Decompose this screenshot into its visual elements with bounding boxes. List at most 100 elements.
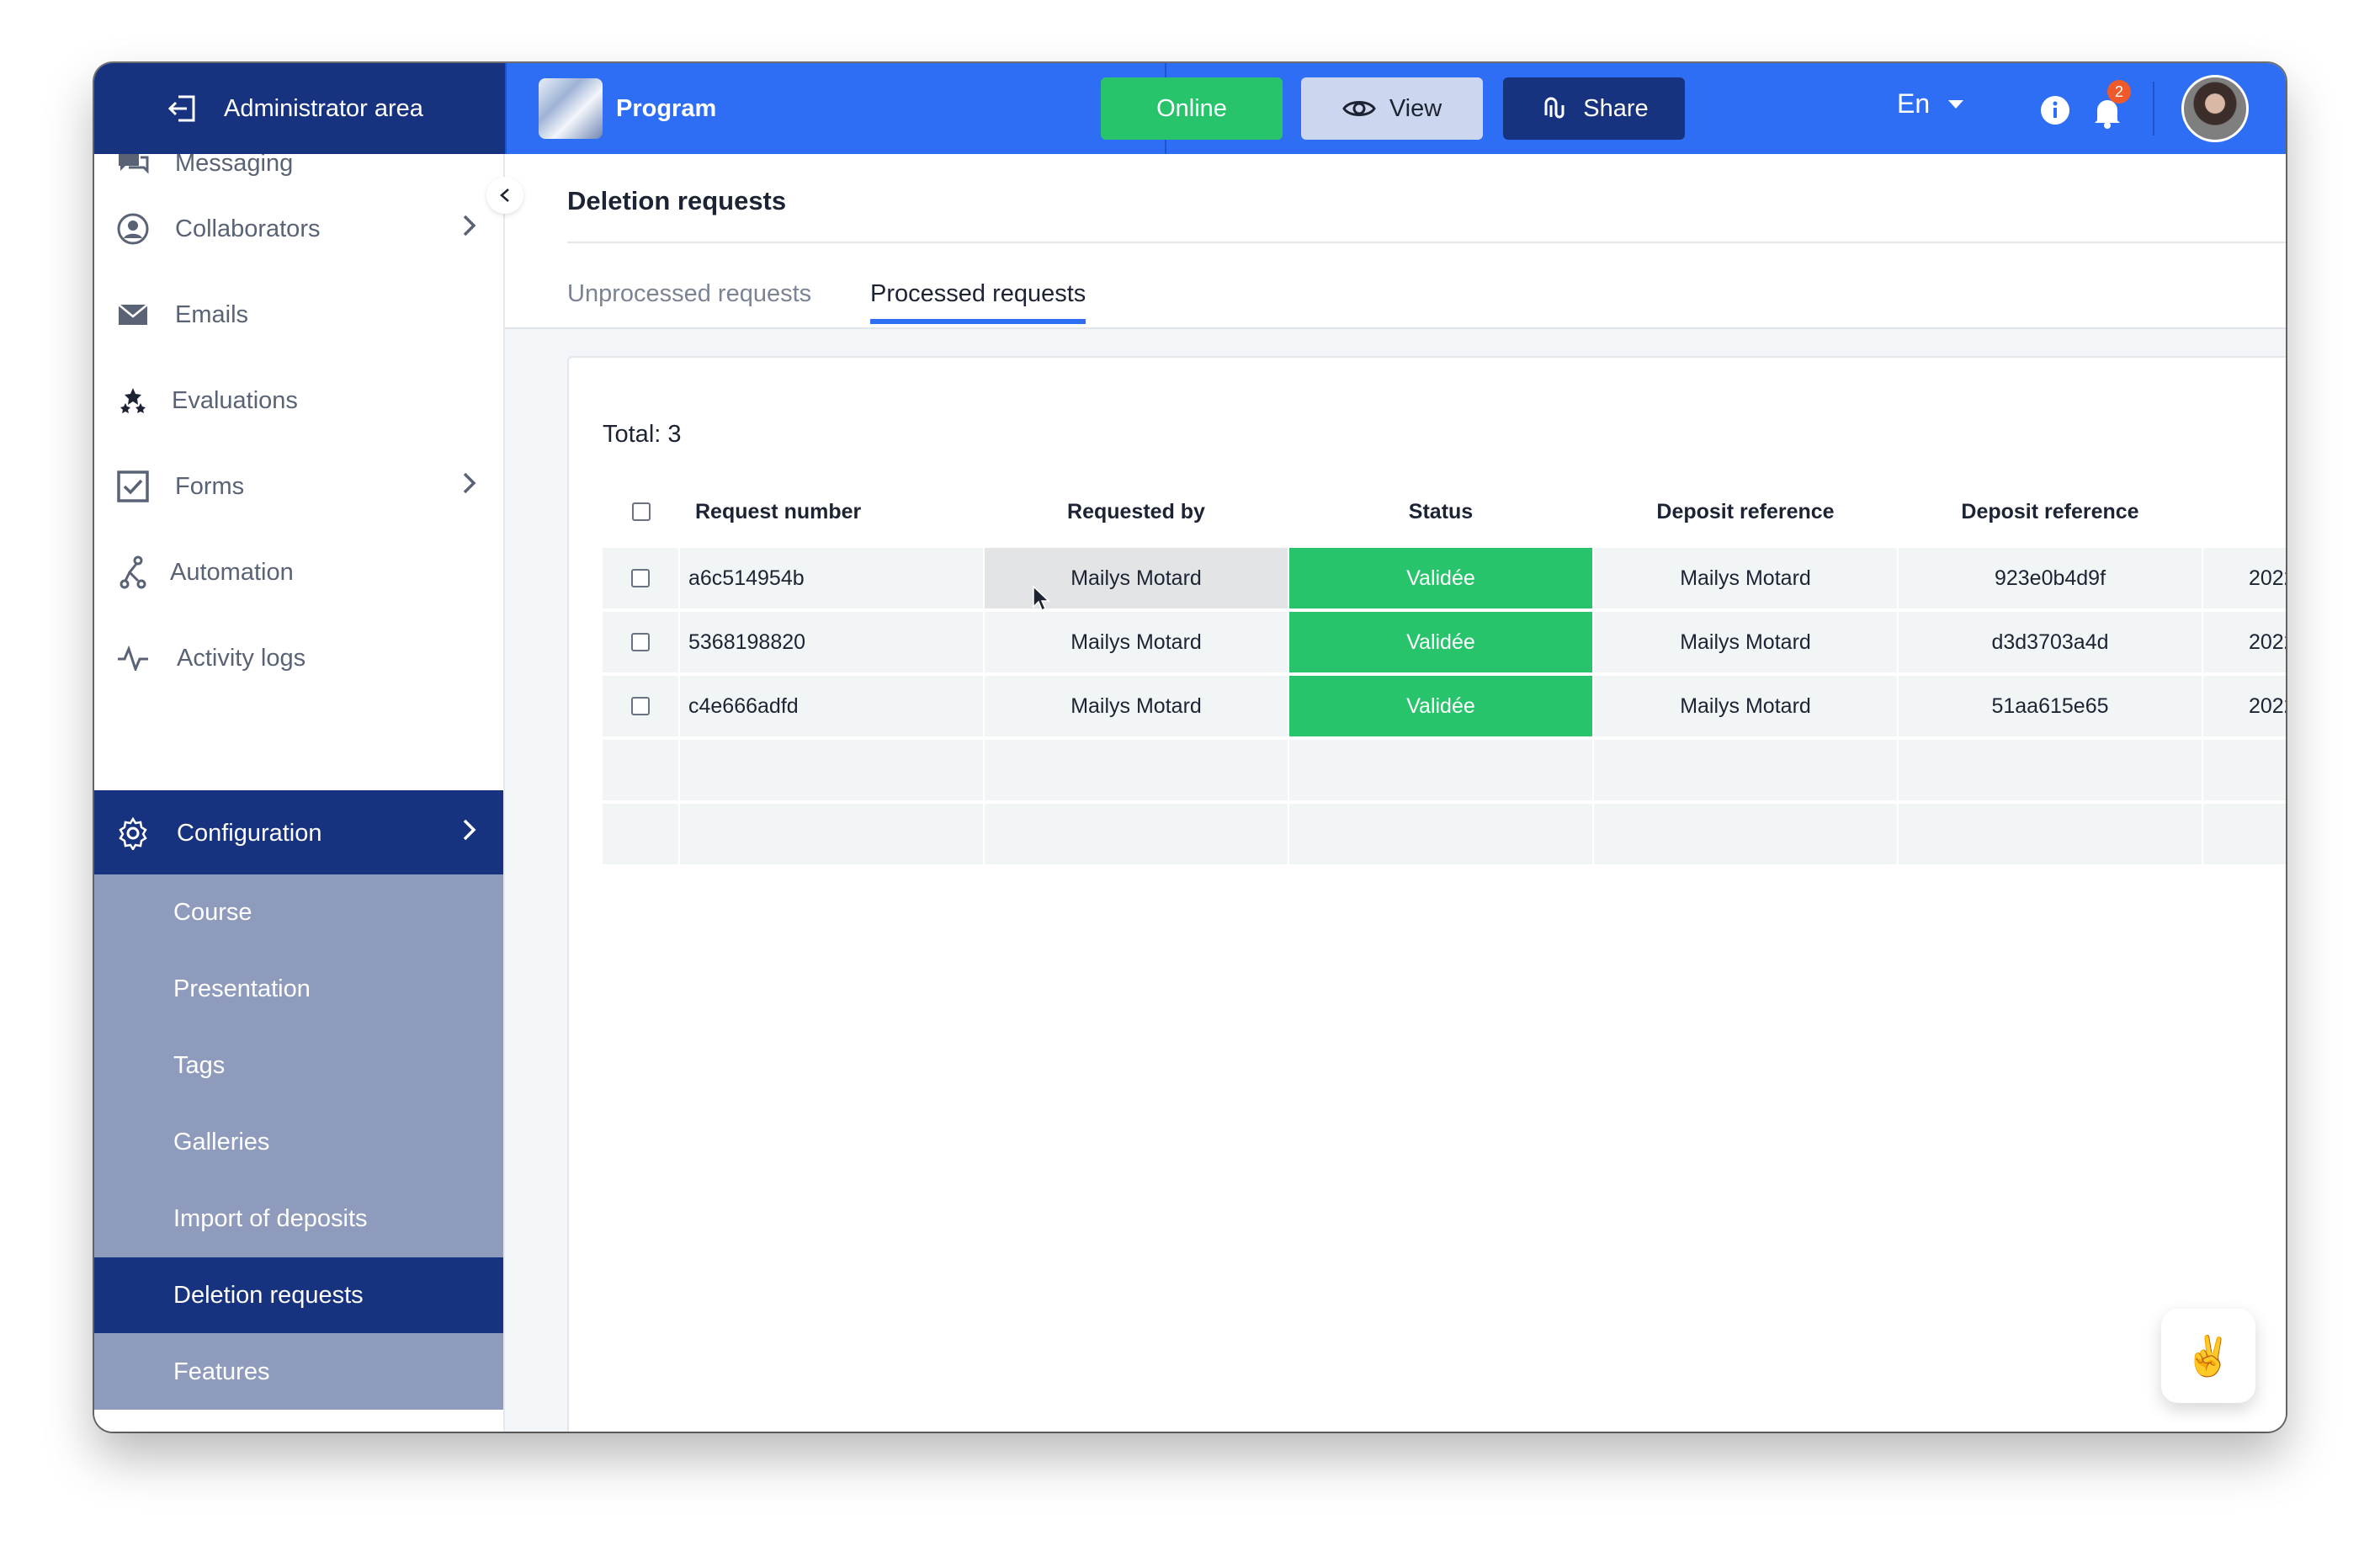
row-select-cell [603, 612, 678, 672]
deposit-reference-cell: Mailys Motard [1594, 548, 1897, 608]
collapse-sidebar-button[interactable] [486, 177, 523, 214]
sidebar-item-label: Collaborators [175, 215, 321, 242]
row-checkbox[interactable] [631, 633, 650, 651]
stars-icon [116, 384, 150, 417]
empty-cell [1899, 804, 2202, 864]
sidebar-item-automation[interactable]: Automation [94, 529, 503, 615]
submenu-item-label: Import of deposits [173, 1204, 368, 1232]
status-badge: Validée [1289, 548, 1592, 608]
divider [2153, 82, 2154, 136]
submenu-item-label: Features [173, 1358, 270, 1385]
configuration-submenu: Course Presentation Tags Galleries Impor… [94, 874, 503, 1410]
sidebar-item-evaluations[interactable]: Evaluations [94, 358, 503, 444]
tab-unprocessed-requests[interactable]: Unprocessed requests [567, 280, 811, 308]
view-button[interactable]: View [1301, 77, 1483, 140]
row-checkbox[interactable] [631, 569, 650, 587]
program-label: Program [616, 94, 717, 122]
submenu-item-deletion-requests[interactable]: Deletion requests [94, 1257, 503, 1333]
victory-hand-icon: ✌️ [2184, 1333, 2233, 1378]
total-count: Total: 3 [603, 421, 682, 448]
status-badge: Validée [1289, 676, 1592, 736]
app-window: Administrator area Program Online View S… [94, 63, 2286, 1432]
empty-cell [2203, 804, 2286, 864]
column-header-status[interactable]: Status [1289, 484, 1592, 539]
sidebar-item-emails[interactable]: Emails [94, 272, 503, 358]
online-label: Online [1156, 94, 1227, 122]
sidebar-item-label: Messaging [175, 154, 294, 177]
select-all-cell [603, 484, 680, 539]
submenu-item-import-of-deposits[interactable]: Import of deposits [94, 1181, 503, 1257]
activity-icon [116, 641, 150, 675]
info-icon[interactable] [2040, 95, 2070, 125]
online-button[interactable]: Online [1101, 77, 1283, 140]
envelope-icon [116, 298, 150, 332]
gear-icon [116, 816, 150, 850]
submenu-item-galleries[interactable]: Galleries [94, 1104, 503, 1180]
share-button[interactable]: Share [1503, 77, 1685, 140]
view-label: View [1389, 94, 1442, 122]
notification-badge: 2 [2107, 80, 2131, 104]
table-row[interactable]: 5368198820 Mailys Motard Validée Mailys … [603, 612, 2286, 674]
date-cell: 2022 [2203, 612, 2286, 672]
column-header-deposit-reference-2[interactable]: Deposit reference [1899, 484, 2202, 539]
empty-cell [1289, 740, 1592, 800]
avatar[interactable] [2181, 75, 2249, 142]
submenu-item-label: Tags [173, 1051, 226, 1079]
help-widget-button[interactable]: ✌️ [2161, 1309, 2255, 1403]
sidebar-item-label: Evaluations [172, 386, 298, 414]
submenu-item-presentation[interactable]: Presentation [94, 951, 503, 1027]
empty-cell [680, 740, 983, 800]
page-header: Deletion requests Unprocessed requests P… [505, 154, 2286, 329]
submenu-item-tags[interactable]: Tags [94, 1028, 503, 1103]
sidebar-item-label: Activity logs [177, 644, 306, 672]
deposit-reference-cell: Mailys Motard [1594, 612, 1897, 672]
empty-cell [1899, 740, 2202, 800]
requests-card: Total: 3 Request number Requested by Sta… [567, 356, 2286, 1432]
status-badge: Validée [1289, 612, 1592, 672]
caret-down-icon [1948, 99, 1964, 109]
table-row[interactable]: c4e666adfd Mailys Motard Validée Mailys … [603, 676, 2286, 738]
request-number-cell: 5368198820 [680, 612, 983, 672]
empty-table-row [603, 804, 2286, 866]
submenu-item-label: Course [173, 898, 252, 926]
sidebar-item-forms[interactable]: Forms [94, 444, 503, 529]
select-all-checkbox[interactable] [632, 502, 651, 521]
program-selector[interactable]: Program [505, 63, 1166, 154]
chevron-right-icon [461, 213, 478, 245]
row-select-cell [603, 548, 678, 608]
empty-cell [680, 804, 983, 864]
submenu-item-features[interactable]: Features [94, 1334, 503, 1410]
eye-icon [1342, 101, 1376, 116]
sidebar-item-label: Automation [170, 558, 294, 586]
page-title: Deletion requests [567, 186, 787, 215]
share-icon [1544, 97, 1565, 119]
sidebar-item-configuration[interactable]: Configuration [94, 790, 503, 876]
tab-processed-requests[interactable]: Processed requests [870, 280, 1086, 308]
top-bar: Administrator area Program Online View S… [94, 63, 2286, 154]
sidebar-item-label: Emails [175, 300, 249, 328]
empty-cell [603, 740, 678, 800]
language-label: En [1897, 88, 1931, 119]
requested-by-cell: Mailys Motard [985, 548, 1288, 608]
empty-cell [1594, 740, 1897, 800]
sidebar-item-collaborators[interactable]: Collaborators [94, 186, 503, 272]
exit-icon [167, 92, 200, 125]
admin-area-link[interactable]: Administrator area [94, 63, 505, 154]
deposit-reference-cell-2: 923e0b4d9f [1899, 548, 2202, 608]
program-thumbnail [539, 78, 603, 139]
column-header-requested-by[interactable]: Requested by [985, 484, 1288, 539]
empty-cell [985, 804, 1288, 864]
column-header-deposit-reference[interactable]: Deposit reference [1594, 484, 1897, 539]
share-label: Share [1583, 94, 1649, 122]
language-selector[interactable]: En [1897, 88, 1964, 120]
user-circle-icon [116, 212, 150, 246]
submenu-item-course[interactable]: Course [94, 874, 503, 950]
deposit-reference-cell-2: d3d3703a4d [1899, 612, 2202, 672]
row-checkbox[interactable] [631, 697, 650, 715]
table-row[interactable]: a6c514954b Mailys Motard Validée Mailys … [603, 548, 2286, 610]
sidebar-item-activity-logs[interactable]: Activity logs [94, 615, 503, 701]
submenu-item-label: Presentation [173, 975, 311, 1002]
requested-by-cell: Mailys Motard [985, 676, 1288, 736]
empty-cell [2203, 740, 2286, 800]
column-header-request-number[interactable]: Request number [680, 484, 983, 539]
